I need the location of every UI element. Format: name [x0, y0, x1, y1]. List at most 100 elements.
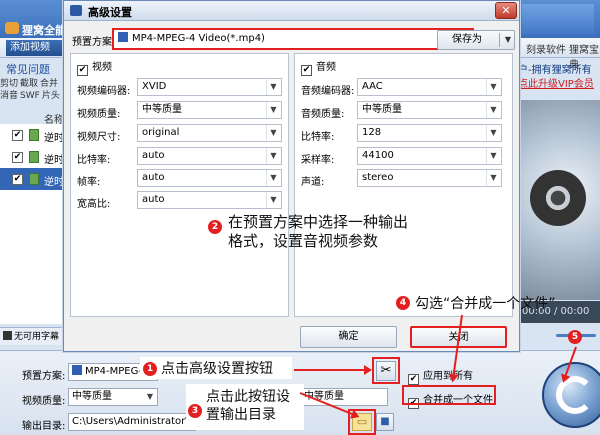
checkbox[interactable]: ✔	[301, 65, 312, 76]
channels-select[interactable]: stereo ▼	[357, 169, 502, 187]
aspect-ratio-select[interactable]: auto ▼	[137, 191, 282, 209]
intro-tool[interactable]: 片头	[42, 90, 60, 102]
video-quality-label: 视频质量:	[77, 109, 121, 120]
bottom-output-label: 输出目录:	[22, 421, 66, 432]
video-file-icon	[29, 151, 39, 163]
audio-bitrate-select[interactable]: 128 ▼	[357, 124, 502, 142]
close-icon: ✕	[501, 4, 511, 17]
frame-rate-label: 帧率:	[77, 177, 101, 188]
step2-text-line1: 在预置方案中选择一种输出	[228, 213, 409, 231]
open-folder-button[interactable]: ■	[376, 413, 394, 431]
dialog-titlebar: 高级设置 ✕	[64, 1, 519, 21]
video-encoder-value: XVID	[142, 81, 167, 92]
chevron-down-icon: ▼	[266, 79, 280, 95]
mini-tools: 剪切 截取 合并 消音 SWF 片头	[0, 78, 68, 102]
file-checkbox[interactable]: ✔	[12, 152, 23, 163]
app-logo-icon	[5, 22, 19, 34]
audio-enable-checkbox[interactable]: ✔ 音频	[301, 58, 336, 76]
audio-bitrate-value: 128	[362, 127, 382, 138]
preset-value: MP4-MPEG-4 Video(*.mp4)	[132, 33, 265, 44]
video-file-icon	[29, 129, 39, 141]
clip-tool[interactable]: 截取	[20, 78, 38, 90]
bottom-quality-label: 视频质量:	[22, 396, 66, 407]
convert-button[interactable]	[538, 358, 600, 435]
file-name: 逆时	[44, 155, 64, 166]
file-name: 逆时	[44, 177, 64, 188]
subtitle-selector[interactable]: 无可用字幕	[0, 327, 68, 345]
save-as-button[interactable]: 保存为 ▼	[437, 30, 515, 50]
video-size-value: original	[142, 127, 180, 138]
chevron-down-icon: ▼	[486, 170, 500, 186]
swf-tool[interactable]: SWF	[20, 90, 40, 102]
audio-settings-group: ✔ 音频 音频编码器: AAC ▼ 音频质量: 中等质量 ▼ 比特率: 128 ▼ 采样…	[294, 53, 513, 317]
sample-rate-select[interactable]: 44100 ▼	[357, 147, 502, 165]
video-size-select[interactable]: original ▼	[137, 124, 282, 142]
checkbox[interactable]: ✔	[408, 374, 419, 385]
output-directory-field[interactable]: C:\Users\Administrator\Deskto	[68, 413, 196, 431]
video-file-icon	[29, 173, 39, 185]
list-item[interactable]: ✔ 逆时	[0, 124, 68, 146]
dialog-close-button[interactable]: ✕	[495, 2, 517, 19]
burn-software-link[interactable]: 刻录软件	[526, 41, 566, 56]
mute-tool[interactable]: 消音	[0, 90, 18, 102]
bottom-preset-value: MP4-MPEG-4	[85, 366, 149, 377]
bottom-video-quality-select[interactable]: 中等质量 ▼	[68, 388, 158, 406]
video-encoder-select[interactable]: XVID ▼	[137, 78, 282, 96]
mp4-icon	[118, 32, 128, 42]
audio-encoder-select[interactable]: AAC ▼	[357, 78, 502, 96]
bottom-video-quality-value: 中等质量	[72, 391, 112, 402]
faq-link[interactable]: 常见问题	[6, 61, 50, 77]
step1-circle: 1	[143, 362, 157, 376]
dialog-app-icon	[70, 5, 82, 16]
promo-text: 户-拥有狸窝所有	[518, 65, 592, 76]
step2-text-line2: 格式，设置音视频参数	[228, 232, 379, 250]
chevron-down-icon: ▼	[266, 102, 280, 118]
save-as-label: 保存为	[452, 34, 482, 45]
audio-heading: 音频	[316, 62, 336, 73]
merge-highlight	[402, 385, 496, 405]
video-enable-checkbox[interactable]: ✔ 视频	[77, 58, 112, 76]
mp4-icon	[72, 365, 82, 375]
add-video-button[interactable]: 添加视频	[6, 40, 54, 56]
list-item[interactable]: ✔ 逆时	[0, 168, 68, 190]
subtitle-text: 无可用字幕	[14, 332, 60, 342]
audio-encoder-value: AAC	[362, 81, 383, 92]
chevron-down-icon: ▼	[266, 125, 280, 141]
step1-arrow	[294, 365, 372, 375]
video-quality-select[interactable]: 中等质量 ▼	[137, 101, 282, 119]
step1-highlight	[372, 357, 400, 384]
video-encoder-label: 视频编码器:	[77, 86, 131, 97]
audio-encoder-label: 音频编码器:	[301, 86, 355, 97]
audio-quality-select[interactable]: 中等质量 ▼	[357, 101, 502, 119]
step4-circle: 4	[396, 296, 410, 310]
sample-rate-label: 采样率:	[301, 155, 335, 166]
preset-label: 预置方案:	[72, 37, 116, 48]
checkbox[interactable]: ✔	[77, 65, 88, 76]
promo-box: 户-拥有狸窝所有 点此升级VIP会员	[518, 64, 600, 92]
merge-tool[interactable]: 合并	[40, 78, 58, 90]
ok-button[interactable]: 确定	[300, 326, 397, 348]
file-checkbox[interactable]: ✔	[12, 174, 23, 185]
file-checkbox[interactable]: ✔	[12, 130, 23, 141]
file-list: ✔ 逆时 ✔ 逆时 ✔ 逆时	[0, 124, 68, 324]
subtitle-icon	[3, 331, 12, 340]
separator	[499, 33, 500, 47]
cut-tool[interactable]: 剪切	[0, 78, 18, 90]
step2-circle: 2	[208, 220, 222, 234]
frame-rate-select[interactable]: auto ▼	[137, 169, 282, 187]
step3-circle: 3	[188, 404, 202, 418]
video-bitrate-label: 比特率:	[77, 155, 111, 166]
step5-circle: 5	[568, 330, 582, 344]
video-bitrate-select[interactable]: auto ▼	[137, 147, 282, 165]
preset-select[interactable]: MP4-MPEG-4 Video(*.mp4) ▼	[112, 28, 474, 50]
step4-text: 勾选“合并成一个文件”	[415, 296, 556, 312]
video-quality-value: 中等质量	[142, 104, 182, 115]
chevron-down-icon: ▼	[266, 148, 280, 164]
vip-upgrade-link[interactable]: 点此升级VIP会员	[518, 78, 600, 92]
apply-all-checkbox[interactable]: ✔应用到所有	[408, 367, 473, 385]
video-heading: 视频	[92, 62, 112, 73]
step3-text-line1: 点击此按钮设	[206, 389, 290, 405]
video-settings-group: ✔ 视频 视频编码器: XVID ▼ 视频质量: 中等质量 ▼ 视频尺寸: origi…	[70, 53, 289, 317]
audio-bitrate-label: 比特率:	[301, 132, 335, 143]
list-item[interactable]: ✔ 逆时	[0, 146, 68, 168]
